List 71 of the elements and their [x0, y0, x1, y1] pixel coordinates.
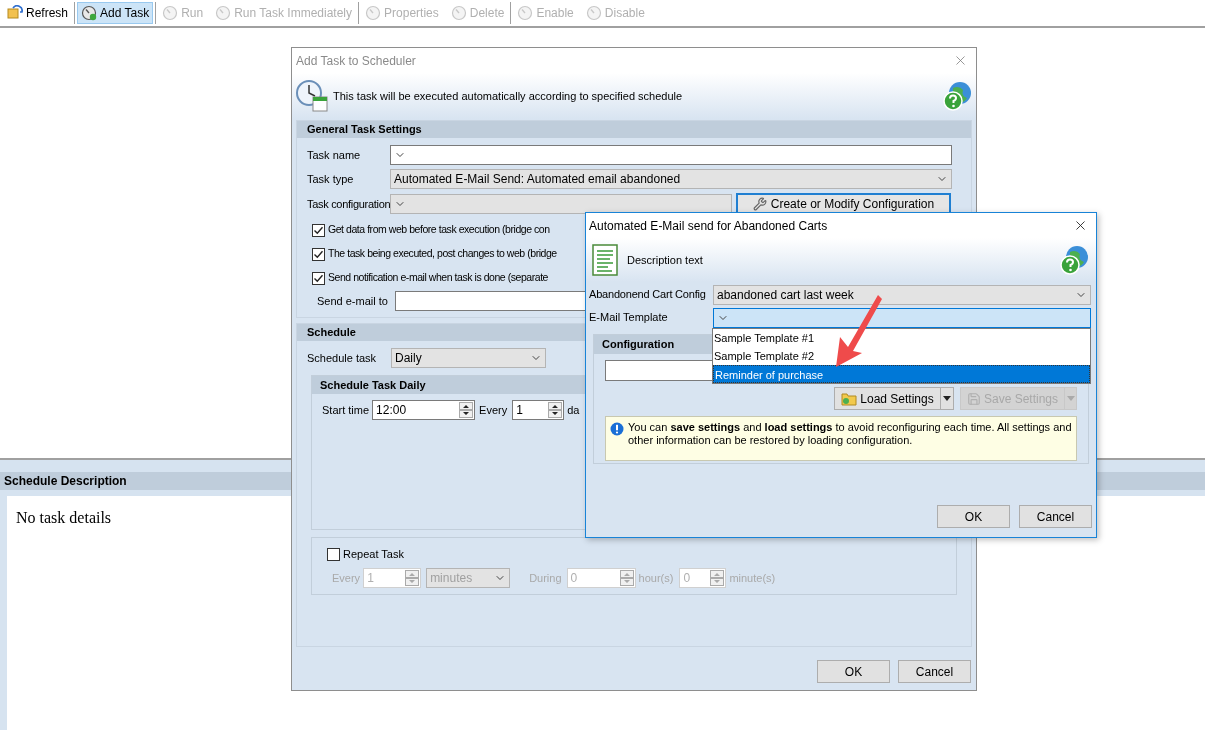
info-icon — [610, 422, 624, 436]
field-label: E-Mail Template — [589, 310, 669, 326]
gauge-icon — [450, 5, 467, 21]
dropdown-field[interactable]: Automated E-Mail Send: Automated email abandoned — [390, 169, 952, 189]
load-settings-button[interactable]: Load Settings — [834, 387, 941, 410]
dropdown-arrow-button[interactable] — [941, 387, 954, 410]
info-text: You can save settings and load settings to avoid reconfiguring each time. All settings and other information can be restored by loading configuration. — [628, 421, 1073, 447]
help-globe-icon — [1058, 244, 1090, 276]
checkbox-label: Send notification e-mail when task is done (separate — [328, 270, 548, 286]
field-label: Every — [479, 402, 508, 418]
field-label: Task configuration — [306, 196, 390, 212]
dialog-button[interactable]: OK — [937, 505, 1010, 528]
spin-field[interactable]: 1 — [512, 400, 565, 420]
clock-calendar-icon — [295, 79, 329, 113]
caret-icon — [1066, 396, 1075, 401]
field-label: Task type — [306, 171, 355, 187]
help-globe-icon — [941, 80, 973, 112]
header-text: This task will be executed automatically according to specified schedule — [333, 88, 684, 104]
checkbox[interactable] — [312, 223, 325, 237]
toolbar-button[interactable]: Refresh — [3, 2, 73, 24]
field-label: Task name — [306, 147, 362, 163]
dropdown-field[interactable] — [390, 145, 952, 165]
field-label: hour(s) — [638, 570, 674, 586]
checkbox[interactable] — [327, 547, 340, 561]
gauge-icon — [365, 5, 382, 21]
field-label: Send e-mail to — [316, 293, 389, 309]
gauge-icon — [585, 5, 602, 21]
gauge-icon — [215, 5, 232, 21]
gauge-icon — [517, 5, 534, 21]
window-title: Automated E-Mail send for Abandoned Carts — [589, 217, 828, 235]
dialog-button[interactable]: Cancel — [1019, 505, 1092, 528]
field-label: Abandonend Cart Config — [589, 287, 707, 303]
close-icon[interactable] — [1073, 218, 1088, 233]
section-header: General Task Settings — [297, 121, 971, 138]
checkbox[interactable] — [312, 247, 325, 261]
caret-icon — [943, 396, 951, 401]
document-icon — [592, 244, 618, 276]
spin-field[interactable]: 12:00 — [372, 400, 476, 420]
checkbox-label: The task being executed, post changes to web (bridge — [328, 246, 557, 262]
dialog-button[interactable]: Cancel — [898, 660, 971, 683]
create-configuration-button[interactable]: Create or Modify Configuration — [736, 193, 951, 215]
folder-icon — [841, 391, 858, 406]
field-label: During — [529, 570, 562, 586]
field-label: Schedule task — [306, 350, 378, 366]
spinner-arrows-icon — [548, 402, 563, 418]
dropdown-option[interactable]: Reminder of purchase — [713, 365, 1090, 383]
description-text: No task details — [16, 509, 112, 526]
wrench-icon — [752, 197, 767, 211]
checkbox[interactable] — [312, 271, 325, 285]
gauge-icon — [162, 5, 179, 21]
dropdown-field[interactable]: Daily — [391, 348, 546, 368]
spinner-arrows-icon — [710, 570, 725, 586]
refresh-icon — [7, 5, 23, 21]
toolbar-button[interactable]: Add Task — [77, 2, 154, 24]
dropdown-field[interactable] — [390, 194, 732, 214]
floppy-icon — [966, 391, 981, 406]
checkbox-label: Get data from web before task execution (bridge con — [328, 222, 550, 238]
spinner-arrows-icon — [459, 402, 474, 418]
checkbox-label: Repeat Task — [343, 546, 404, 562]
description-text: Description text — [627, 252, 704, 268]
field-label: da — [567, 402, 580, 418]
gauge-icon — [81, 5, 98, 21]
dropdown-field[interactable]: abandoned cart last week — [713, 284, 1091, 305]
field-label: minute(s) — [729, 570, 776, 586]
field-label: Every — [332, 570, 361, 586]
spinner-arrows-icon — [405, 570, 420, 586]
dialog-button[interactable]: OK — [817, 660, 890, 683]
field-label: Start time — [322, 402, 370, 418]
spinner-arrows-icon — [619, 570, 634, 586]
window-title: Add Task to Scheduler — [296, 52, 416, 70]
dropdown-field[interactable] — [713, 307, 1091, 328]
